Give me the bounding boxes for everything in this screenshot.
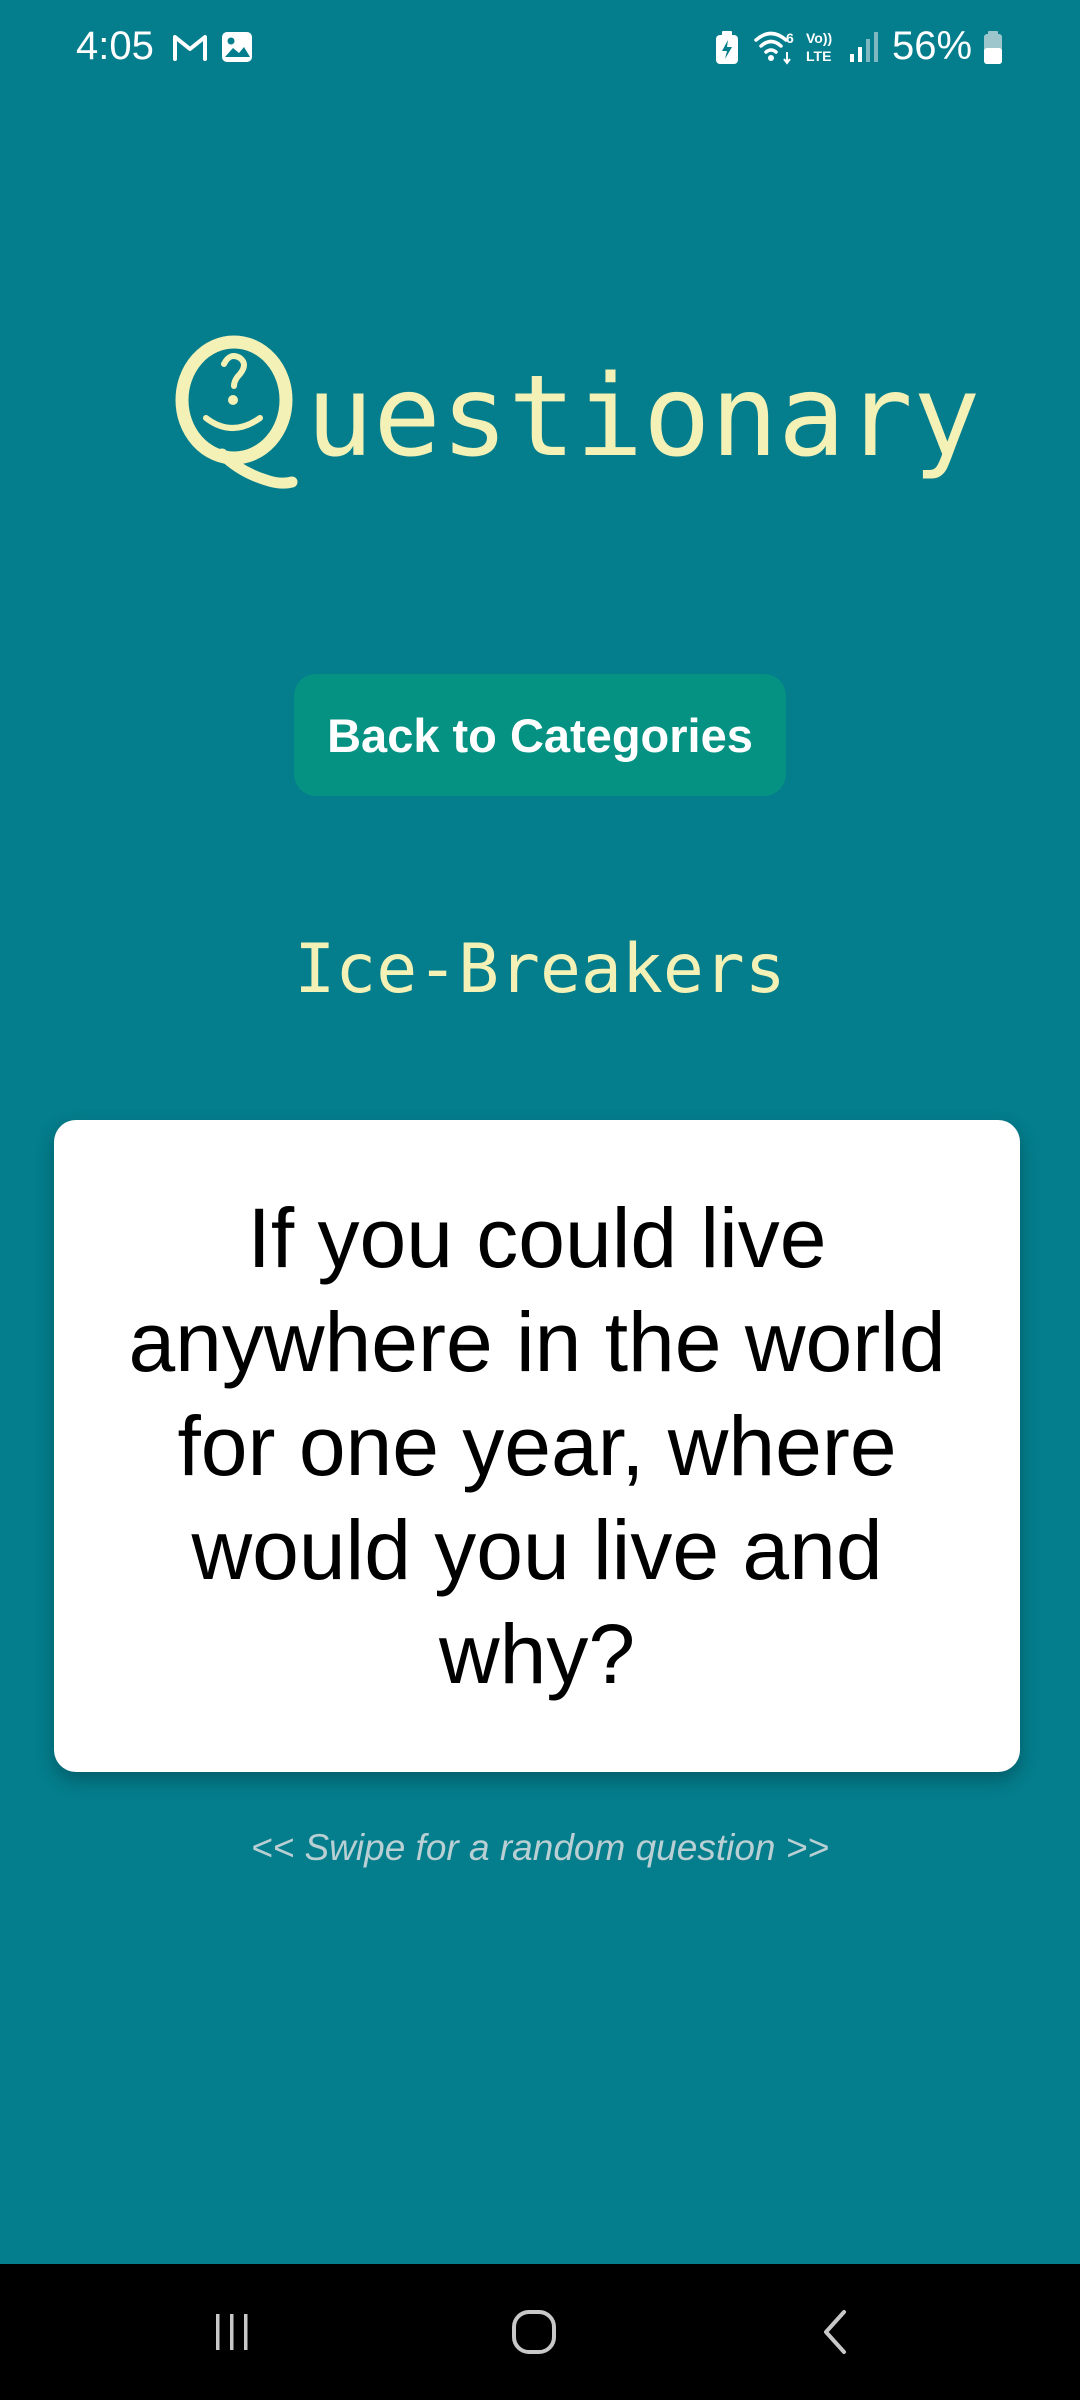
- svg-text:LTE: LTE: [806, 48, 831, 64]
- back-to-categories-button[interactable]: Back to Categories: [294, 674, 786, 796]
- navigation-bar: [0, 2264, 1080, 2400]
- battery-saver-icon: [716, 31, 738, 64]
- home-button[interactable]: [474, 2292, 594, 2372]
- gallery-icon: [222, 32, 252, 62]
- app-screen: 4:05 6 Vo)) LTE 56% uestionary Back to C…: [0, 0, 1080, 2264]
- wifi-6-icon: 6: [754, 30, 794, 65]
- app-logo: uestionary: [170, 330, 980, 510]
- question-face-q-icon: [175, 335, 298, 489]
- back-button[interactable]: [776, 2292, 896, 2372]
- home-icon: [512, 2310, 556, 2354]
- volte-icon: Vo)) LTE: [806, 30, 832, 64]
- question-text: If you could live anywhere in the world …: [128, 1191, 946, 1701]
- signal-icon: [850, 32, 878, 62]
- app-logo-text: uestionary: [306, 352, 981, 482]
- recent-apps-button[interactable]: [172, 2292, 292, 2372]
- status-bar: 4:05 6 Vo)) LTE 56%: [0, 0, 1080, 92]
- status-time: 4:05: [76, 24, 154, 68]
- svg-text:6: 6: [786, 30, 794, 46]
- back-icon: [824, 2310, 846, 2354]
- svg-text:Vo)): Vo)): [806, 30, 832, 46]
- gmail-icon: [173, 35, 207, 61]
- battery-icon: [984, 31, 1002, 64]
- swipe-hint: << Swipe for a random question >>: [251, 1827, 829, 1868]
- category-title: Ice-Breakers: [294, 930, 786, 1009]
- question-card[interactable]: If you could live anywhere in the world …: [54, 1120, 1020, 1772]
- recent-apps-icon: [216, 2314, 248, 2350]
- battery-percent: 56%: [892, 24, 973, 68]
